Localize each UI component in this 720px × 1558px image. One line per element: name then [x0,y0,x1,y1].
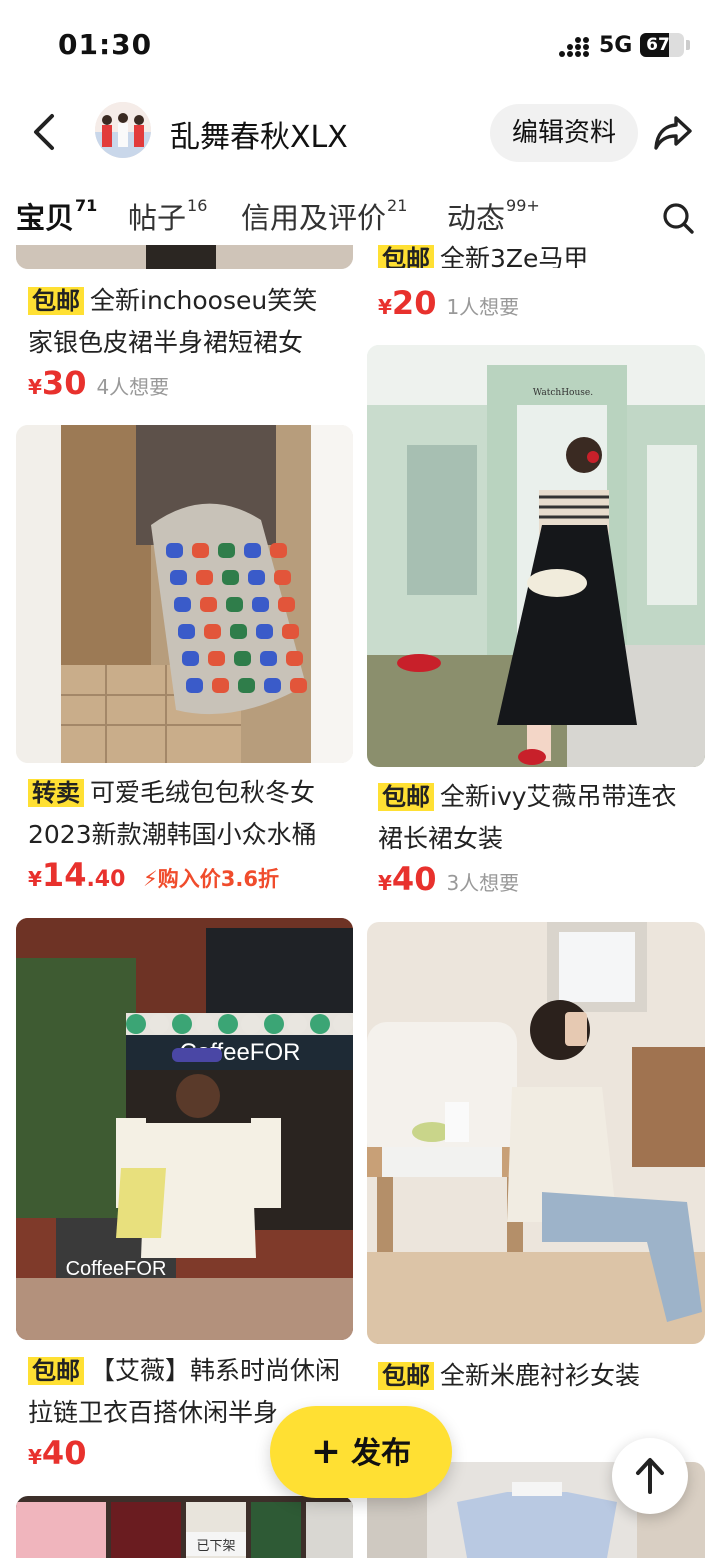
product-price: ¥20 1人想要 [378,284,520,322]
resale-tag: 转卖 [28,779,84,807]
product-title[interactable]: 包邮 全新米鹿衬衫女装 [378,1355,698,1397]
product-image[interactable] [367,922,705,1344]
product-title[interactable]: 包邮 全新inchooseu笑笑家银色皮裙半身裙短裙女 [28,280,338,363]
product-price: ¥30 4人想要 [28,364,170,402]
lightning-icon: ⚡ [143,867,158,891]
search-icon[interactable] [660,200,696,236]
battery-level: 67 [646,35,670,55]
shop-name: 乱舞春秋XLX [170,120,348,155]
network-label: 5G [599,33,633,58]
shop-avatar[interactable] [95,102,151,158]
product-image[interactable]: WatchHouse. [367,345,705,767]
product-image[interactable]: CoffeeFOR CoffeeFOR [16,918,353,1340]
publish-button[interactable]: + 发布 [270,1406,452,1498]
tab-credit-reviews[interactable]: 信用及评价21 [241,195,407,237]
product-title[interactable]: 包邮 全新3Ze马甲 [378,238,698,268]
signal-icon [559,37,589,57]
product-price: ¥40 3人想要 [378,860,520,898]
cafe-sign-text-2: CoffeeFOR [66,1258,167,1280]
tab-bar: 宝贝71 帖子16 信用及评价21 动态99+ [0,185,720,245]
tab-activity[interactable]: 动态99+ [447,195,540,237]
product-image[interactable]: 已下架 [16,1496,353,1558]
removed-label: 已下架 [196,1539,235,1554]
status-time: 01:30 [58,28,153,61]
shop-sign-text: WatchHouse. [533,388,593,398]
back-arrow-icon[interactable] [28,112,62,152]
status-bar: 01:30 5G 67 [0,0,720,95]
tab-posts[interactable]: 帖子16 [128,195,207,237]
product-price: ¥40 [28,1434,87,1472]
share-icon[interactable] [652,112,694,152]
plus-icon: + [310,1431,342,1472]
edit-profile-button[interactable]: 编辑资料 [490,104,638,162]
arrow-up-icon [636,1458,664,1494]
product-title[interactable]: 转卖 可爱毛绒包包秋冬女2023新款潮韩国小众水桶 [28,772,348,855]
tab-items[interactable]: 宝贝71 [16,195,97,237]
product-image[interactable] [16,245,353,269]
product-price: ¥14.40 ⚡购入价3.6折 [28,856,279,894]
scroll-to-top-button[interactable] [612,1438,688,1514]
product-image[interactable] [16,425,353,763]
battery-icon: 67 [640,33,684,57]
product-title[interactable]: 包邮 全新ivy艾薇吊带连衣裙长裙女装 [378,776,698,859]
shipping-tag: 包邮 [28,287,84,315]
